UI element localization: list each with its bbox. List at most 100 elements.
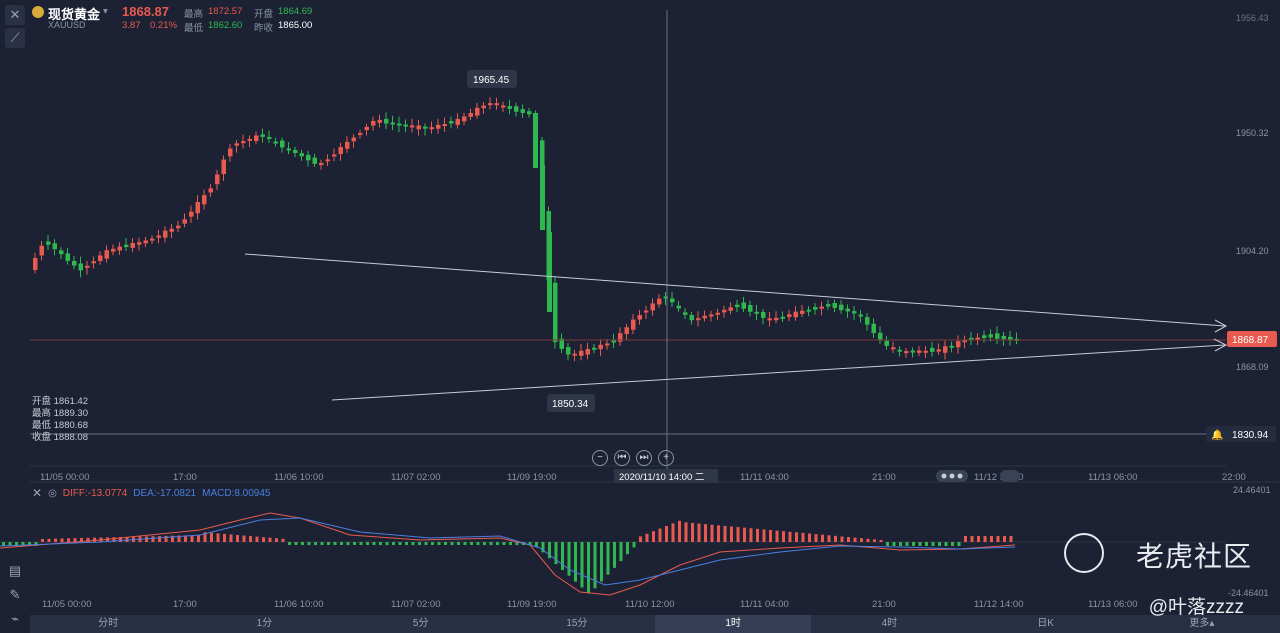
candle-body — [884, 340, 889, 346]
macd-bar — [717, 525, 720, 542]
macd-bar — [580, 542, 584, 588]
tab-timeframe[interactable]: 1分 — [186, 615, 342, 633]
macd-bar — [242, 535, 246, 542]
macd-bar — [379, 542, 382, 545]
candle-body — [455, 118, 460, 125]
macd-bar — [210, 532, 213, 542]
candle-body — [930, 347, 935, 352]
candle-body — [182, 219, 187, 224]
macd-bar — [301, 542, 304, 545]
candle-body — [345, 141, 350, 149]
candle-body — [299, 153, 304, 157]
candle-body — [306, 154, 311, 161]
candle-body — [637, 315, 642, 320]
candle-body — [280, 140, 285, 148]
macd-bar — [977, 536, 980, 542]
tab-timeframe[interactable]: 5分 — [343, 615, 499, 633]
macd-bar — [320, 542, 324, 545]
candle-body — [897, 349, 902, 352]
candle-body — [377, 119, 382, 123]
close-icon[interactable]: ✕ — [32, 486, 42, 500]
macd-bar — [671, 523, 675, 542]
tab-timeframe[interactable]: 分时 — [30, 615, 186, 633]
macd-bar — [1009, 536, 1013, 542]
candle-body — [215, 174, 220, 185]
candle-body — [904, 351, 909, 354]
candle-body — [774, 317, 779, 321]
candle-body — [52, 243, 57, 250]
macd-bar — [938, 542, 941, 546]
candle-body — [696, 318, 701, 321]
candle-body — [547, 232, 552, 312]
zoom-in-icon[interactable]: + — [658, 450, 674, 466]
candle-body — [169, 228, 174, 232]
page-dots — [1000, 470, 1020, 482]
candle-body — [143, 240, 148, 244]
candle-body — [332, 154, 337, 157]
macd-bar — [827, 535, 831, 542]
macd-bar — [151, 536, 155, 542]
macd-bar — [223, 533, 226, 542]
macd-bar — [158, 536, 161, 542]
candle-body — [683, 312, 688, 315]
candle-body — [754, 311, 759, 314]
macd-bar — [866, 538, 870, 542]
macd-bar — [762, 529, 766, 542]
skip-forward-icon[interactable]: ⏭ — [636, 450, 652, 466]
macd-bar — [366, 542, 369, 545]
macd-bar — [704, 524, 707, 542]
macd-bar — [372, 542, 376, 545]
time-tick: 22:00 — [1222, 472, 1246, 483]
tab-timeframe[interactable]: 日K — [968, 615, 1124, 633]
tab-timeframe[interactable]: 4时 — [811, 615, 967, 633]
candle-body — [195, 202, 200, 214]
time-tick: 11/07 02:00 — [391, 599, 440, 610]
candle-body — [995, 333, 1000, 339]
price-tick: 1868.09 — [1236, 362, 1269, 372]
macd-bar — [574, 542, 577, 582]
candle-body — [104, 250, 109, 259]
zoom-out-icon[interactable]: − — [592, 450, 608, 466]
candle-body — [852, 311, 857, 314]
candle-body — [325, 159, 330, 162]
macd-value: MACD:8.00945 — [202, 487, 271, 499]
candle-body — [390, 122, 395, 125]
candle-body — [819, 306, 824, 309]
macd-bar — [996, 536, 1000, 542]
macd-bar — [821, 534, 824, 542]
macd-bar — [346, 542, 350, 545]
candle-body — [845, 308, 850, 312]
macd-bar — [54, 538, 57, 542]
candle-body — [397, 123, 402, 126]
candle-body — [338, 147, 343, 155]
candle-body — [624, 327, 629, 335]
macd-bar — [502, 542, 506, 545]
macd-bar — [886, 542, 889, 546]
candle-body — [39, 245, 44, 256]
candle-body — [741, 302, 746, 309]
macd-bar — [314, 542, 317, 545]
macd-bar — [847, 537, 850, 542]
candle-body — [286, 148, 291, 151]
macd-bar — [385, 542, 389, 545]
ohlc-low: 最低 1880.68 — [32, 420, 88, 431]
macd-bar — [613, 542, 616, 568]
time-tick: 17:00 — [173, 599, 197, 610]
candle-body — [540, 165, 545, 230]
candle-body — [865, 317, 870, 325]
candle-body — [351, 137, 356, 142]
candle-body — [722, 309, 727, 313]
time-tick: 11/07 02:00 — [391, 472, 440, 483]
macd-bar — [808, 533, 811, 542]
settings-icon[interactable]: ◎ — [48, 488, 57, 499]
macd-bar — [951, 542, 954, 546]
tab-timeframe-active[interactable]: 1时 — [655, 615, 812, 633]
skip-back-icon[interactable]: ⏮ — [614, 450, 630, 466]
macd-bar — [327, 542, 330, 545]
chevron-up-icon: ▴ — [1209, 618, 1215, 629]
macd-bar — [359, 542, 363, 545]
candle-body — [839, 304, 844, 311]
time-tick: 11/05 00:00 — [40, 472, 89, 483]
macd-bar — [444, 542, 447, 545]
tab-timeframe[interactable]: 15分 — [499, 615, 655, 633]
